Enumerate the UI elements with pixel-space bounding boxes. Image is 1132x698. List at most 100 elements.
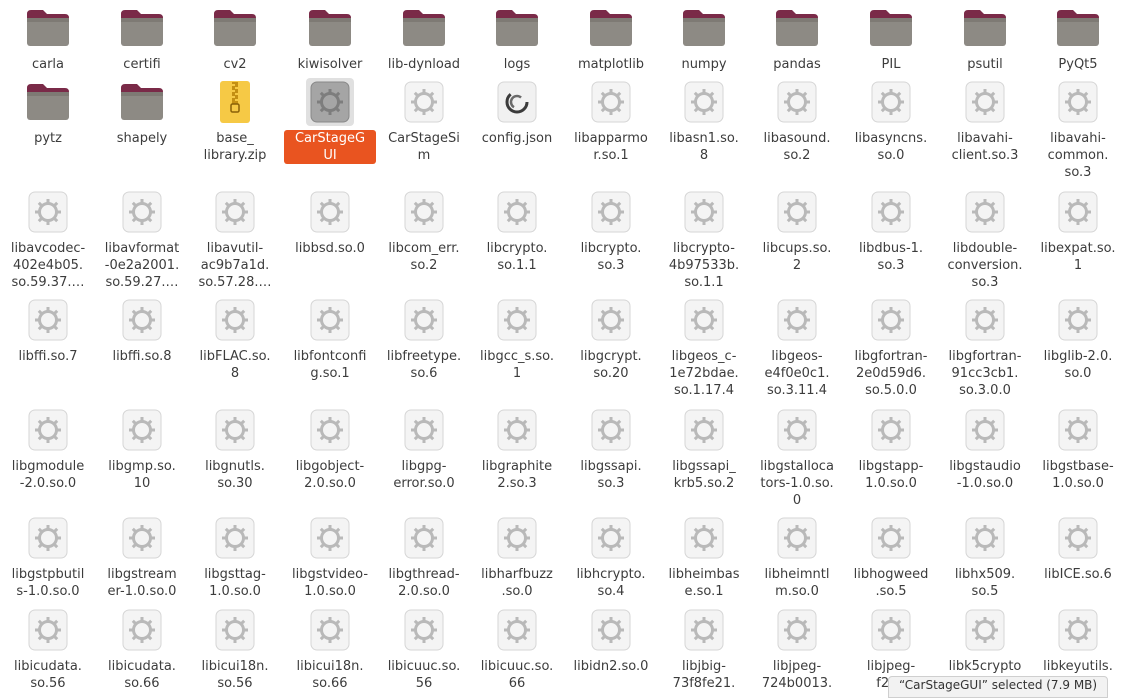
file-item[interactable]: CarStageG UI <box>284 78 376 164</box>
file-item[interactable]: libgstream er-1.0.so.0 <box>96 514 188 600</box>
file-item[interactable]: libFLAC.so. 8 <box>189 296 281 382</box>
file-item[interactable]: libavahi-common. so.3 <box>1032 78 1124 181</box>
file-item[interactable]: libgmodule -2.0.so.0 <box>2 406 94 492</box>
file-item[interactable]: libidn2.so.0 <box>565 606 657 675</box>
file-name-label: libheimntl m.so.0 <box>764 567 830 599</box>
file-item[interactable]: libICE.so.6 <box>1032 514 1124 583</box>
file-item[interactable]: lib-dynload <box>378 4 470 73</box>
file-item[interactable]: libavutil-ac9b7a1d. so.57.28.… <box>189 188 281 291</box>
file-item[interactable]: libjpeg- 724b0013. <box>751 606 843 692</box>
file-item[interactable]: libdbus-1. so.3 <box>845 188 937 274</box>
file-item[interactable]: libgstalloca tors-1.0.so. 0 <box>751 406 843 509</box>
file-item[interactable]: libfontconfi g.so.1 <box>284 296 376 382</box>
file-item[interactable]: kiwisolver <box>284 4 376 73</box>
file-item[interactable]: libcups.so. 2 <box>751 188 843 274</box>
file-item[interactable]: libharfbuzz .so.0 <box>471 514 563 600</box>
file-item[interactable]: libhx509. so.5 <box>939 514 1031 600</box>
file-item[interactable]: libexpat.so. 1 <box>1032 188 1124 274</box>
file-item[interactable]: libgstapp- 1.0.so.0 <box>845 406 937 492</box>
file-item[interactable]: libapparmo r.so.1 <box>565 78 657 164</box>
file-item[interactable]: libgthread- 2.0.so.0 <box>378 514 470 600</box>
file-item[interactable]: matplotlib <box>565 4 657 73</box>
file-item[interactable]: libicuuc.so. 66 <box>471 606 563 692</box>
file-item[interactable]: libgobject- 2.0.so.0 <box>284 406 376 492</box>
file-item[interactable]: libicudata. so.56 <box>2 606 94 692</box>
file-item[interactable]: libgstaudio -1.0.so.0 <box>939 406 1031 492</box>
file-item[interactable]: libgstvideo- 1.0.so.0 <box>284 514 376 600</box>
file-item[interactable]: numpy <box>658 4 750 73</box>
file-item[interactable]: libcrypto. so.3 <box>565 188 657 274</box>
shared-library-icon <box>773 514 821 562</box>
file-item[interactable]: libhcrypto. so.4 <box>565 514 657 600</box>
file-item[interactable]: libhogweed .so.5 <box>845 514 937 600</box>
file-item[interactable]: libkeyutils. <box>1032 606 1124 675</box>
shared-library-icon <box>773 406 821 454</box>
file-item[interactable]: libicui18n. so.66 <box>284 606 376 692</box>
file-item[interactable]: base_ library.zip <box>189 78 281 164</box>
file-item[interactable]: certifi <box>96 4 188 73</box>
file-item[interactable]: pandas <box>751 4 843 73</box>
file-item[interactable]: libgpg-error.so.0 <box>378 406 470 492</box>
shared-library-icon <box>493 296 541 344</box>
file-item[interactable]: cv2 <box>189 4 281 73</box>
file-item[interactable]: libasound. so.2 <box>751 78 843 164</box>
file-item[interactable]: libavcodec- 402e4b05. so.59.37.… <box>2 188 94 291</box>
file-name-label: libfreetype. so.6 <box>386 349 462 381</box>
file-item[interactable]: libgfortran- 2e0d59d6. so.5.0.0 <box>845 296 937 399</box>
file-item[interactable]: libicudata. so.66 <box>96 606 188 692</box>
file-item[interactable]: libgraphite 2.so.3 <box>471 406 563 492</box>
shared-library-icon <box>961 78 1009 126</box>
file-name-label: shapely <box>116 131 168 146</box>
file-item[interactable]: libgsttag- 1.0.so.0 <box>189 514 281 600</box>
file-item[interactable]: PIL <box>845 4 937 73</box>
file-item[interactable]: libfreetype. so.6 <box>378 296 470 382</box>
file-item[interactable]: carla <box>2 4 94 73</box>
file-item[interactable]: libicuuc.so. 56 <box>378 606 470 692</box>
file-item[interactable]: libheimntl m.so.0 <box>751 514 843 600</box>
file-item[interactable]: libbsd.so.0 <box>284 188 376 257</box>
file-item[interactable]: libgeos_c- 1e72bdae. so.1.17.4 <box>658 296 750 399</box>
file-item[interactable]: libcrypto- 4b97533b. so.1.1 <box>658 188 750 291</box>
file-item[interactable]: libjbig- 73f8fe21. <box>658 606 750 692</box>
shared-library-icon <box>211 296 259 344</box>
file-name-label: libglib-2.0. so.0 <box>1043 349 1113 381</box>
file-name-label: libheimbas e.so.1 <box>668 567 740 599</box>
file-item[interactable]: libgstbase- 1.0.so.0 <box>1032 406 1124 492</box>
shared-library-icon <box>1054 514 1102 562</box>
file-item[interactable]: libcom_err. so.2 <box>378 188 470 274</box>
file-item[interactable]: libasn1.so. 8 <box>658 78 750 164</box>
file-item[interactable]: libavformat -0e2a2001. so.59.27.… <box>96 188 188 291</box>
file-item[interactable]: libgcrypt. so.20 <box>565 296 657 382</box>
file-item[interactable]: libgcc_s.so. 1 <box>471 296 563 382</box>
file-item[interactable]: libavahi-client.so.3 <box>939 78 1031 164</box>
shared-library-icon <box>587 514 635 562</box>
file-name-label: cv2 <box>223 57 247 72</box>
file-item[interactable]: libffi.so.7 <box>2 296 94 365</box>
file-item[interactable]: libheimbas e.so.1 <box>658 514 750 600</box>
folder-icon <box>867 4 915 52</box>
file-item[interactable]: libasyncns. so.0 <box>845 78 937 164</box>
file-item[interactable]: libgssapi_ krb5.so.2 <box>658 406 750 492</box>
file-item[interactable]: libgmp.so. 10 <box>96 406 188 492</box>
shared-library-icon <box>400 606 448 654</box>
file-item[interactable]: libk5crypto <box>939 606 1031 675</box>
file-item[interactable]: logs <box>471 4 563 73</box>
file-item[interactable]: libgfortran- 91cc3cb1. so.3.0.0 <box>939 296 1031 399</box>
file-item[interactable]: libgstpbutil s-1.0.so.0 <box>2 514 94 600</box>
file-item[interactable]: libgnutls. so.30 <box>189 406 281 492</box>
file-item[interactable]: PyQt5 <box>1032 4 1124 73</box>
file-item[interactable]: libgssapi. so.3 <box>565 406 657 492</box>
file-item[interactable]: libffi.so.8 <box>96 296 188 365</box>
file-item[interactable]: shapely <box>96 78 188 147</box>
file-item[interactable]: CarStageSi m <box>378 78 470 164</box>
file-item[interactable]: libicui18n. so.56 <box>189 606 281 692</box>
file-item[interactable]: libdouble-conversion. so.3 <box>939 188 1031 291</box>
file-item[interactable]: libglib-2.0. so.0 <box>1032 296 1124 382</box>
shared-library-icon <box>24 606 72 654</box>
file-item[interactable]: libcrypto. so.1.1 <box>471 188 563 274</box>
file-item[interactable]: config.json <box>471 78 563 147</box>
file-item[interactable]: psutil <box>939 4 1031 73</box>
file-item[interactable]: libgeos-e4f0e0c1. so.3.11.4 <box>751 296 843 399</box>
folder-icon <box>680 4 728 52</box>
file-item[interactable]: pytz <box>2 78 94 147</box>
